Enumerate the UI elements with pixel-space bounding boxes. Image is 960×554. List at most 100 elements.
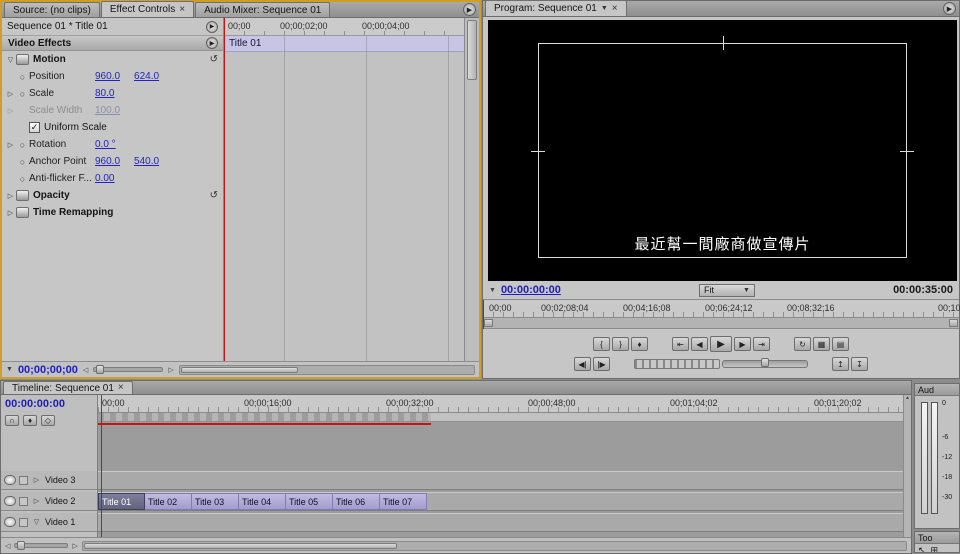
twirl-down-icon[interactable]: ▽ [5, 56, 16, 64]
current-time-indicator[interactable] [483, 300, 484, 329]
zoom-slider[interactable] [93, 367, 163, 372]
tab-source[interactable]: Source: (no clips) [4, 2, 100, 17]
effect-row-time-remapping[interactable]: ▷ Time Remapping [2, 204, 223, 221]
vertical-scrollbar[interactable] [464, 18, 479, 361]
shuttle-control[interactable] [722, 360, 808, 368]
zoom-out-icon[interactable]: ◁ [5, 542, 10, 550]
marker-menu-icon[interactable]: ◇ [41, 415, 55, 426]
track-video3[interactable] [98, 471, 903, 490]
panel-menu-icon[interactable]: ▶ [463, 3, 476, 16]
track-header-video3[interactable]: ▷ Video 3 [1, 471, 97, 490]
time-remapping-icon[interactable] [16, 207, 29, 218]
go-to-previous-edit-button[interactable]: ◀| [574, 357, 591, 371]
track-lock-toggle[interactable] [19, 476, 28, 485]
anchor-x-value[interactable]: 960.0 [95, 156, 120, 167]
motion-effect-icon[interactable] [16, 54, 29, 65]
effect-row-opacity[interactable]: ▷ Opacity ↺ [2, 187, 223, 204]
program-ruler[interactable]: 00;00 00;02;08;04 00;04;16;08 00;06;24;1… [483, 299, 959, 318]
toggle-animation-icon[interactable]: ○ [16, 157, 29, 167]
scrollbar-thumb[interactable] [84, 543, 397, 549]
effect-row-motion[interactable]: ▽ Motion ↺ [2, 51, 223, 68]
reset-icon[interactable]: ↺ [210, 190, 218, 201]
go-to-next-edit-button[interactable]: |▶ [593, 357, 610, 371]
clip-title-06[interactable]: Title 06 [333, 493, 380, 510]
zoom-in-icon[interactable]: ▷ [168, 366, 173, 374]
twirl-right-icon[interactable]: ▷ [5, 107, 16, 115]
toggle-effects-timeline-icon[interactable]: ▶ [206, 21, 218, 33]
horizontal-scrollbar[interactable] [179, 365, 475, 375]
timeline-vertical-scrollbar[interactable]: ▲ [903, 395, 911, 537]
track-select-tool-icon[interactable]: ⊞ [931, 545, 939, 553]
set-in-point-button[interactable]: { [593, 337, 610, 351]
close-icon[interactable]: × [612, 4, 618, 14]
timeline-horizontal-scrollbar[interactable] [82, 541, 907, 551]
close-icon[interactable]: × [118, 383, 124, 393]
jog-control[interactable] [634, 359, 720, 369]
twirl-right-icon[interactable]: ▷ [5, 90, 16, 98]
track-lock-toggle[interactable] [19, 518, 28, 527]
extract-button[interactable]: ↧ [851, 357, 868, 371]
lift-button[interactable]: ↥ [832, 357, 849, 371]
step-back-button[interactable]: ◀ [691, 337, 708, 351]
current-time-indicator[interactable] [101, 395, 102, 537]
loop-button[interactable]: ↻ [794, 337, 811, 351]
timeline-ruler[interactable]: 00;00 00;00;16;00 00;00;32;00 00;00;48;0… [98, 395, 903, 413]
clip-title-05[interactable]: Title 05 [286, 493, 333, 510]
toggle-animation-icon[interactable]: ○ [16, 140, 29, 150]
selection-tool-icon[interactable]: ↖ [918, 545, 926, 553]
panel-menu-icon[interactable]: ▶ [943, 2, 956, 15]
rotation-value[interactable]: 0.0 ° [95, 139, 116, 150]
shuttle-thumb[interactable] [761, 358, 769, 367]
anti-flicker-value[interactable]: 0.00 [95, 173, 114, 184]
scrollbar-thumb[interactable] [467, 20, 477, 80]
output-button[interactable]: ▤ [832, 337, 849, 351]
timeline-timecode[interactable]: 00:00:00:00 [1, 395, 97, 410]
effects-timeline-clip-bar[interactable]: Title 01 [224, 36, 464, 52]
toggle-track-output-icon[interactable] [4, 517, 16, 527]
position-y-value[interactable]: 624.0 [134, 71, 159, 82]
track-video1[interactable] [98, 513, 903, 532]
scale-value[interactable]: 80.0 [95, 88, 114, 99]
clip-title-03[interactable]: Title 03 [192, 493, 239, 510]
effects-timeline-ruler[interactable]: 00;00 00;00;02;00 00;00;04;00 [224, 18, 464, 36]
chevron-down-icon[interactable]: ▼ [601, 5, 608, 12]
anchor-y-value[interactable]: 540.0 [134, 156, 159, 167]
scrollbar-handle[interactable] [484, 319, 493, 327]
step-forward-button[interactable]: ▶ [734, 337, 751, 351]
timeline-zoom-slider[interactable] [14, 543, 68, 548]
twirl-right-icon[interactable]: ▷ [5, 141, 16, 149]
program-position-timecode[interactable]: 00:00:00:00 [501, 284, 561, 296]
clip-title-01[interactable]: Title 01 [98, 493, 145, 510]
twirl-right-icon[interactable]: ▷ [5, 209, 16, 217]
scroll-up-icon[interactable]: ▲ [905, 395, 910, 401]
play-button[interactable]: ▶ [710, 336, 732, 352]
program-zoom-scrollbar[interactable] [483, 318, 959, 329]
clip-title-04[interactable]: Title 04 [239, 493, 286, 510]
go-to-out-button[interactable]: ⇥ [753, 337, 770, 351]
set-out-point-button[interactable]: } [612, 337, 629, 351]
tab-tools[interactable]: Too [915, 532, 959, 544]
track-header-video2[interactable]: ▷ Video 2 [1, 492, 97, 511]
tab-timeline[interactable]: Timeline: Sequence 01 × [3, 381, 133, 394]
snap-icon[interactable]: ∩ [5, 415, 19, 426]
program-video-area[interactable]: 最近幫一間廠商做宣傳片 [488, 20, 957, 281]
twirl-right-icon[interactable]: ▷ [31, 476, 42, 484]
close-icon[interactable]: × [179, 5, 185, 15]
set-marker-icon[interactable]: ♦ [23, 415, 37, 426]
clip-title-07[interactable]: Title 07 [380, 493, 427, 510]
tab-program[interactable]: Program: Sequence 01 ▼ × [485, 0, 627, 16]
track-lock-toggle[interactable] [19, 497, 28, 506]
zoom-out-icon[interactable]: ◁ [83, 366, 88, 374]
add-marker-button[interactable]: ♦ [631, 337, 648, 351]
opacity-effect-icon[interactable] [16, 190, 29, 201]
tab-audio-mixer[interactable]: Audio Mixer: Sequence 01 [195, 2, 330, 17]
track-header-video1[interactable]: ▽ Video 1 [1, 513, 97, 532]
playhead-timecode[interactable]: 00;00;00;00 [18, 364, 78, 376]
video-effects-menu-icon[interactable]: ▶ [206, 37, 218, 49]
zoom-level-select[interactable]: Fit ▼ [699, 284, 755, 297]
zoom-slider-thumb[interactable] [17, 541, 25, 550]
toggle-animation-icon[interactable]: ○ [16, 89, 29, 99]
tab-audio-meters[interactable]: Aud [915, 384, 959, 396]
toggle-track-output-icon[interactable] [4, 475, 16, 485]
scrollbar-thumb[interactable] [181, 367, 299, 373]
